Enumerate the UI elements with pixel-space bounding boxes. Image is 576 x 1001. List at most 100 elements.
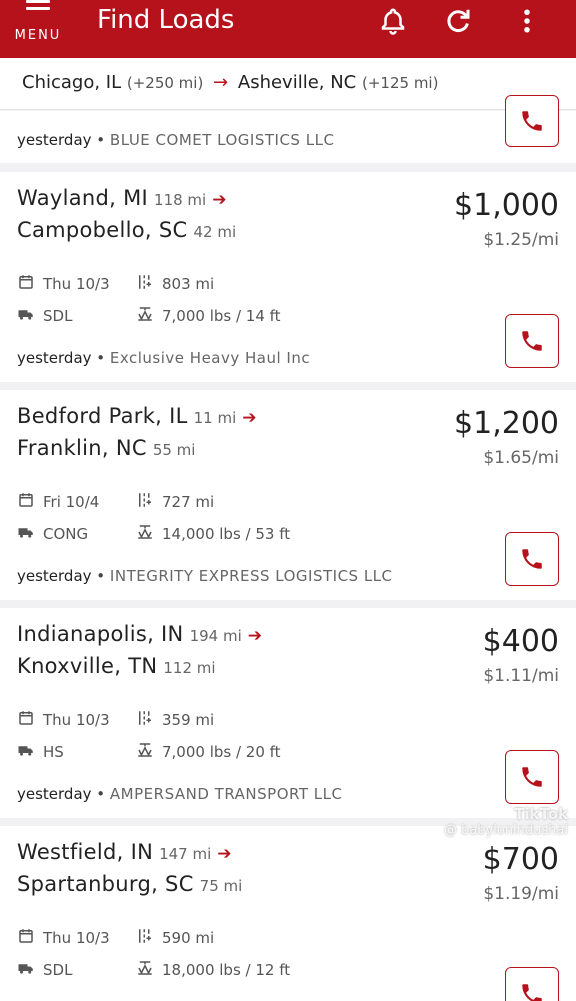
arrow-right-icon: → [213,72,229,93]
destination-city: Franklin, NC [17,436,147,460]
calendar-icon [17,491,43,513]
trip-distance: 727 mi [136,491,214,513]
tiktok-watermark: TikTok @ babylonindushai [444,805,568,838]
call-button[interactable] [505,95,559,147]
equipment-type: HS [17,741,64,763]
app-header: MENU Find Loads [0,0,576,58]
load-card[interactable]: Bedford Park, IL 11 mi ➔ Franklin, NC 55 mi… [0,390,576,600]
load-origin: Bedford Park, IL 11 mi ➔ [17,404,257,428]
posted-info: yesterday • INTEGRITY EXPRESS LOGISTICS … [17,567,393,585]
bell-icon[interactable] [378,6,408,36]
phone-icon [522,984,542,1001]
load-origin: Indianapolis, IN 194 mi ➔ [17,622,262,646]
posted-time: yesterday [17,567,92,585]
distance-icon [136,927,162,949]
pickup-date-text: Thu 10/3 [43,275,110,293]
weight-length-text: 7,000 lbs / 14 ft [162,307,281,325]
posted-time: yesterday [17,349,92,367]
weight-length-text: 14,000 lbs / 53 ft [162,525,291,543]
load-card[interactable]: Wayland, MI 118 mi ➔ Campobello, SC 42 mi $… [0,172,576,382]
trip-distance-text: 590 mi [162,929,215,947]
search-route-bar[interactable]: Chicago, IL (+250 mi) → Asheville, NC (+… [0,58,576,110]
weight-length-text: 7,000 lbs / 20 ft [162,743,281,761]
trip-distance-text: 359 mi [162,711,215,729]
equipment-text: HS [43,743,64,761]
menu-button[interactable]: MENU [10,0,66,46]
route-destination: Asheville, NC [237,72,357,93]
destination-city: Campobello, SC [17,218,188,242]
call-button[interactable] [505,532,559,586]
equipment-type: SDL [17,305,72,327]
origin-deadhead: 147 mi [159,845,212,863]
origin-city: Westfield, IN [17,840,154,864]
company-name: INTEGRITY EXPRESS LOGISTICS LLC [109,567,393,585]
equipment-text: SDL [43,961,73,979]
load-price: $400 [482,624,559,659]
company-name: Exclusive Heavy Haul Inc [109,349,311,367]
load-price: $700 [482,842,559,877]
origin-city: Wayland, MI [17,186,149,210]
call-button[interactable] [505,967,559,1001]
load-price: $1,000 [454,188,559,223]
phone-icon [522,549,542,569]
load-rate-per-mile: $1.19/mi [483,884,559,904]
weight-length: 14,000 lbs / 53 ft [136,523,290,545]
posted-info: yesterday • BLUE COMET LOGISTICS LLC [17,131,335,149]
watermark-handle: @ babylonindushai [443,823,568,838]
origin-deadhead: 118 mi [154,191,207,209]
load-rate-per-mile: $1.11/mi [483,666,559,686]
route-origin: Chicago, IL [22,72,122,93]
load-destination: Knoxville, TN 112 mi [17,654,216,678]
company-name: BLUE COMET LOGISTICS LLC [109,131,335,149]
load-rate-per-mile: $1.65/mi [483,448,559,468]
destination-deadhead: 55 mi [152,441,196,459]
weight-icon [136,523,162,545]
posted-time: yesterday [17,785,92,803]
truck-icon [17,305,43,327]
load-card[interactable]: Indianapolis, IN 194 mi ➔ Knoxville, TN 112… [0,608,576,818]
origin-deadhead: 11 mi [193,409,237,427]
page-title: Find Loads [97,5,235,35]
weight-icon [136,959,162,981]
watermark-brand: TikTok [514,805,568,823]
weight-length: 7,000 lbs / 14 ft [136,305,281,327]
trip-distance-text: 727 mi [162,493,215,511]
pickup-date: Fri 10/4 [17,491,99,513]
route-summary: Chicago, IL (+250 mi) → Asheville, NC (+… [22,72,438,93]
load-destination: Franklin, NC 55 mi [17,436,195,460]
load-card[interactable]: Westfield, IN 147 mi ➔ Spartanburg, SC 75 m… [0,826,576,1001]
load-card-partial[interactable]: yesterday • BLUE COMET LOGISTICS LLC [0,95,576,163]
load-rate-per-mile: $1.25/mi [483,230,559,250]
truck-icon [17,523,43,545]
arrow-right-icon: ➔ [217,844,232,864]
trip-distance: 590 mi [136,927,214,949]
posted-info: yesterday • AMPERSAND TRANSPORT LLC [17,785,343,803]
trip-distance-text: 803 mi [162,275,215,293]
trip-distance: 803 mi [136,273,214,295]
pickup-date: Thu 10/3 [17,927,110,949]
pickup-date-text: Fri 10/4 [43,493,100,511]
arrow-right-icon: ➔ [212,190,227,210]
pickup-date: Thu 10/3 [17,709,110,731]
distance-icon [136,273,162,295]
phone-icon [522,111,542,131]
posted-time: yesterday [17,131,92,149]
equipment-text: CONG [43,525,89,543]
origin-deadhead: 194 mi [189,627,242,645]
call-button[interactable] [505,750,559,804]
origin-city: Indianapolis, IN [17,622,184,646]
arrow-right-icon: ➔ [242,408,257,428]
truck-icon [17,959,43,981]
calendar-icon [17,273,43,295]
route-destination-radius: (+125 mi) [362,74,439,92]
destination-deadhead: 42 mi [193,223,237,241]
refresh-icon[interactable] [443,6,473,36]
arrow-right-icon: ➔ [247,626,263,646]
origin-city: Bedford Park, IL [17,404,188,428]
load-price: $1,200 [454,406,559,441]
calendar-icon [17,709,43,731]
call-button[interactable] [505,314,559,368]
more-vert-icon[interactable] [512,6,542,36]
load-origin: Wayland, MI 118 mi ➔ [17,186,227,210]
equipment-text: SDL [43,307,73,325]
